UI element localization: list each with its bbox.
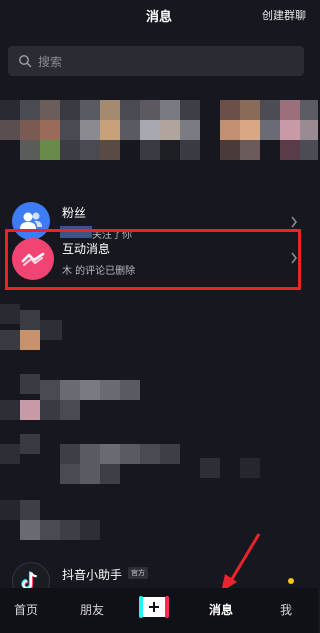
header: 消息 创建群聊 <box>0 0 318 36</box>
create-group-chat-button[interactable]: 创建群聊 <box>262 7 306 23</box>
search-icon <box>19 55 32 68</box>
tab-messages[interactable]: 消息 <box>209 601 233 618</box>
tab-friends[interactable]: 朋友 <box>80 601 104 618</box>
annotation-arrow <box>221 533 261 592</box>
fans-title: 粉丝 <box>62 206 87 220</box>
assistant-title: 抖音小助手 <box>62 568 123 582</box>
highlight-box <box>5 229 301 290</box>
blurred-contacts-top <box>0 90 318 180</box>
bottom-nav: 首页 朋友 消息 我 <box>0 588 318 633</box>
search-bar[interactable] <box>8 46 304 78</box>
plus-icon <box>139 596 169 618</box>
blurred-conversations <box>0 294 318 556</box>
official-badge: 官方 <box>128 567 148 579</box>
create-button[interactable] <box>139 596 169 618</box>
chevron-right-icon <box>291 216 298 228</box>
assistant-row[interactable]: 抖音小助手 官方 <box>0 558 318 600</box>
search-input[interactable] <box>36 46 290 78</box>
tab-home[interactable]: 首页 <box>14 601 38 618</box>
unread-dot <box>288 578 294 584</box>
tab-me[interactable]: 我 <box>280 601 292 618</box>
